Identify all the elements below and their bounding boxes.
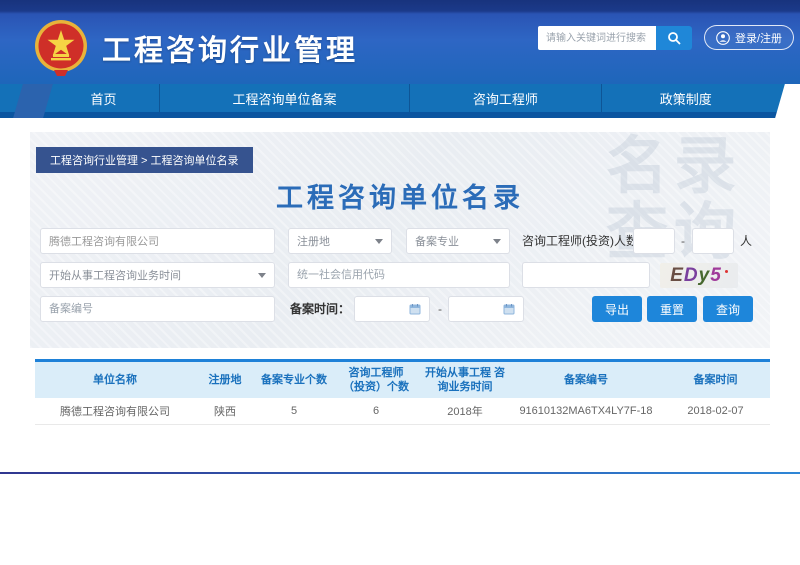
site-header: 工程咨询行业管理 登录/注册 [0, 0, 800, 84]
specialty-select[interactable]: 备案专业 [406, 228, 510, 254]
engineer-count-max-input[interactable] [692, 228, 734, 254]
record-time-end-input[interactable] [448, 296, 524, 322]
col-header-region: 注册地 [195, 361, 255, 398]
form-row-3: 备案时间： - 导出 重置 查询 [40, 296, 760, 322]
captcha-char: E [670, 265, 684, 287]
engineer-count-min-input[interactable] [633, 228, 675, 254]
export-button[interactable]: 导出 [592, 296, 642, 322]
record-time-label: 备案时间： [290, 296, 350, 322]
national-emblem-logo [34, 20, 88, 76]
table-body: 腾德工程咨询有限公司陕西562018年91610132MA6TX4LY7F-18… [35, 398, 770, 425]
query-button[interactable]: 查询 [703, 296, 753, 322]
record-number-input[interactable] [40, 296, 275, 322]
calendar-icon [409, 303, 421, 315]
record-time-start-input[interactable] [354, 296, 430, 322]
reset-button[interactable]: 重置 [647, 296, 697, 322]
nav-item-unit-record[interactable]: 工程咨询单位备案 [160, 84, 410, 112]
table-cell: 6 [333, 398, 419, 425]
footer-divider-line [0, 472, 800, 474]
brand: 工程咨询行业管理 [34, 20, 358, 76]
range-dash: - [438, 296, 442, 322]
captcha-image[interactable]: E D y 5 [660, 263, 738, 288]
login-register-label: 登录/注册 [735, 30, 782, 46]
login-register-button[interactable]: 登录/注册 [704, 25, 794, 50]
nav-item-consulting-engineer[interactable]: 咨询工程师 [410, 84, 602, 112]
col-header-unit-name: 单位名称 [35, 361, 195, 398]
table-cell: 腾德工程咨询有限公司 [35, 398, 195, 425]
chevron-down-icon [493, 239, 501, 244]
site-title: 工程咨询行业管理 [102, 27, 358, 69]
company-name-input[interactable] [40, 228, 275, 254]
user-icon [716, 31, 730, 45]
search-button[interactable] [656, 26, 692, 50]
breadcrumb: 工程咨询行业管理 > 工程咨询单位名录 [36, 147, 253, 173]
form-row-1: 注册地 备案专业 咨询工程师(投资)人数： - 人 [40, 228, 760, 254]
results-table: 单位名称 注册地 备案专业个数 咨询工程师 （投资）个数 开始从事工程 咨询业务… [35, 359, 770, 425]
start-time-select-value: 开始从事工程咨询业务时间 [49, 267, 181, 283]
chevron-down-icon [258, 273, 266, 278]
table-header-row: 单位名称 注册地 备案专业个数 咨询工程师 （投资）个数 开始从事工程 咨询业务… [35, 361, 770, 398]
col-header-specialty-count: 备案专业个数 [255, 361, 333, 398]
captcha-char: D [684, 265, 699, 287]
col-header-start-time: 开始从事工程 咨询业务时间 [419, 361, 511, 398]
captcha-noise-dot [725, 270, 728, 273]
col-header-record-time: 备案时间 [661, 361, 770, 398]
page-title: 工程咨询单位名录 [30, 176, 770, 215]
search-icon [667, 31, 681, 45]
table-cell: 陕西 [195, 398, 255, 425]
engineer-count-label: 咨询工程师(投资)人数： [522, 228, 650, 254]
range-dash: - [681, 228, 685, 254]
credit-code-input[interactable] [288, 262, 510, 288]
chevron-down-icon [375, 239, 383, 244]
nav-item-home[interactable]: 首页 [48, 84, 160, 112]
calendar-icon [503, 303, 515, 315]
nav-item-policy[interactable]: 政策制度 [602, 84, 770, 112]
main-nav: 首页 工程咨询单位备案 咨询工程师 政策制度 [0, 84, 800, 118]
table-cell: 2018年 [419, 398, 511, 425]
col-header-record-no: 备案编号 [511, 361, 661, 398]
app-window: 工程咨询行业管理 登录/注册 首页 工程咨询单位备 [0, 0, 800, 565]
table-row[interactable]: 腾德工程咨询有限公司陕西562018年91610132MA6TX4LY7F-18… [35, 398, 770, 425]
form-row-2: 开始从事工程咨询业务时间 E D y 5 [40, 262, 760, 288]
directory-search-panel: 名录 查询 工程咨询行业管理 > 工程咨询单位名录 工程咨询单位名录 注册地 备… [30, 132, 770, 348]
nav-underline [0, 112, 800, 118]
search-box [538, 26, 692, 50]
results-table-section: 单位名称 注册地 备案专业个数 咨询工程师 （投资）个数 开始从事工程 咨询业务… [35, 359, 770, 425]
start-time-select[interactable]: 开始从事工程咨询业务时间 [40, 262, 275, 288]
captcha-input[interactable] [522, 262, 650, 288]
col-header-engineer-count: 咨询工程师 （投资）个数 [333, 361, 419, 398]
captcha-char: 5 [710, 265, 722, 287]
table-cell: 91610132MA6TX4LY7F-18 [511, 398, 661, 425]
region-select-value: 注册地 [297, 233, 330, 249]
table-cell: 5 [255, 398, 333, 425]
region-select[interactable]: 注册地 [288, 228, 392, 254]
unit-person-label: 人 [740, 228, 752, 254]
table-cell: 2018-02-07 [661, 398, 770, 425]
search-input[interactable] [538, 26, 656, 50]
specialty-select-value: 备案专业 [415, 233, 459, 249]
captcha-char: y [699, 265, 711, 287]
